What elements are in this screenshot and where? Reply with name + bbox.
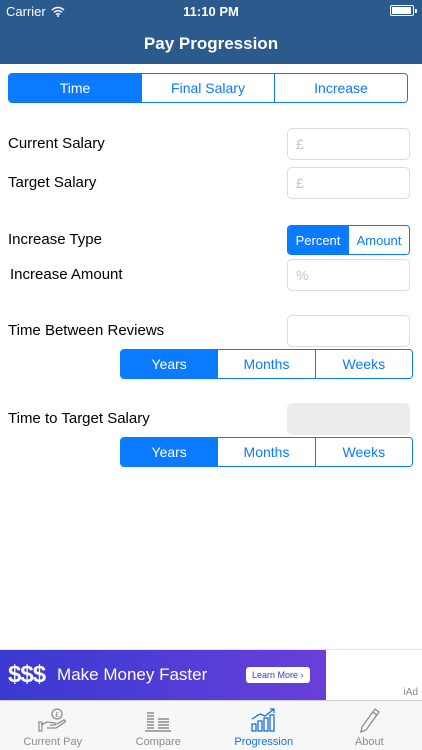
current-salary-placeholder: £ [296,136,304,152]
segment-time[interactable]: Time [9,74,141,102]
tab-label: About [354,736,384,748]
tab-about[interactable]: About [317,701,422,750]
ad-dollars: $$$ [8,661,46,688]
ad-learn-more-button[interactable]: Learn More › [246,667,310,683]
tab-label: Progression [234,736,294,748]
tab-progression[interactable]: Progression [211,701,317,750]
segment-target-months[interactable]: Months [217,438,315,466]
iad-badge: iAd [403,687,418,698]
status-time: 11:10 PM [183,4,239,19]
time-to-target-output [287,403,410,435]
increase-amount-label: Increase Amount [10,266,123,283]
page-title: Pay Progression [143,34,279,53]
segment-review-weeks[interactable]: Weeks [314,350,412,378]
review-units-segmented-control: Years Months Weeks [120,349,413,379]
time-to-target-label: Time to Target Salary [8,410,150,427]
segment-target-weeks[interactable]: Weeks [314,438,412,466]
segment-final-salary[interactable]: Final Salary [141,74,274,102]
navigation-bar: Carrier 11:10 PM Pay Progression [0,0,422,64]
iad-banner-area: $$$ Make Money Faster Learn More › iAd [0,649,422,700]
tab-compare[interactable]: Compare [106,701,212,750]
tab-bar: £ Current Pay Compare Progression About [0,700,422,750]
tab-label: Compare [135,736,181,748]
tab-label: Current Pay [23,736,83,748]
increase-amount-input[interactable]: % [287,259,410,291]
current-salary-input[interactable]: £ [287,128,410,160]
increase-type-label: Increase Type [8,231,102,248]
current-salary-label: Current Salary [8,135,105,152]
battery-icon [390,5,417,16]
target-salary-input[interactable]: £ [287,167,410,199]
hand-money-icon: £ [38,708,66,732]
target-salary-label: Target Salary [8,174,97,191]
ad-banner[interactable]: $$$ Make Money Faster Learn More › [0,650,326,700]
pen-icon [360,708,381,733]
segment-increase[interactable]: Increase [274,74,407,102]
target-salary-placeholder: £ [296,175,304,191]
ad-text: Make Money Faster [57,665,208,684]
segment-target-years[interactable]: Years [121,438,218,466]
segment-percent[interactable]: Percent [288,226,348,254]
segment-amount[interactable]: Amount [348,226,409,254]
mode-segmented-control: Time Final Salary Increase [8,73,408,103]
segment-review-years[interactable]: Years [121,350,218,378]
status-bar: Carrier 11:10 PM [0,0,422,22]
increase-amount-placeholder: % [296,267,309,283]
tab-current-pay[interactable]: £ Current Pay [0,701,106,750]
time-between-reviews-label: Time Between Reviews [8,322,165,339]
segment-review-months[interactable]: Months [217,350,315,378]
time-between-reviews-input[interactable] [287,315,410,347]
growth-chart-icon [251,708,275,732]
compare-bars-icon [145,712,172,732]
svg-text:£: £ [55,711,59,719]
target-units-segmented-control: Years Months Weeks [120,437,413,467]
increase-type-segmented-control: Percent Amount [287,225,410,255]
